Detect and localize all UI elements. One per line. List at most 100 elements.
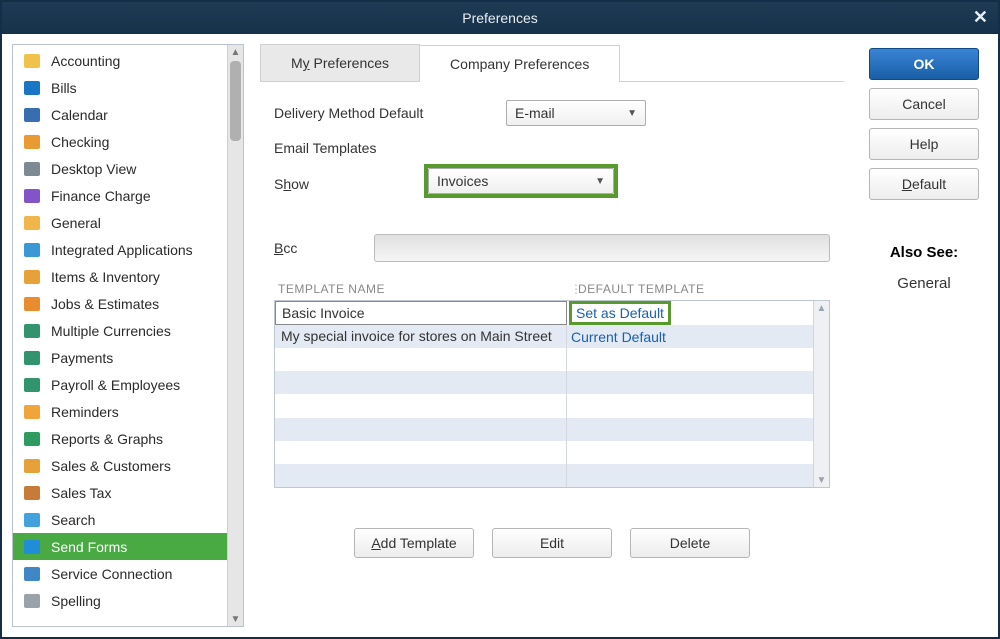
- set-as-default-link[interactable]: Set as Default: [569, 301, 671, 325]
- sidebar-item-jobs-estimates[interactable]: Jobs & Estimates: [13, 290, 227, 317]
- reminders-icon: [21, 402, 43, 422]
- sidebar-item-items-inventory[interactable]: Items & Inventory: [13, 263, 227, 290]
- sidebar-item-integrated-applications[interactable]: Integrated Applications: [13, 236, 227, 263]
- delivery-method-value: E-mail: [515, 105, 555, 121]
- table-header-name: TEMPLATE NAME: [278, 282, 570, 296]
- desktop-view-icon: [21, 159, 43, 179]
- template-default-cell: [567, 418, 813, 441]
- close-icon[interactable]: ✕: [973, 7, 988, 28]
- scroll-up-icon[interactable]: ▲: [814, 301, 829, 315]
- delivery-method-select[interactable]: E-mail ▼: [506, 100, 646, 126]
- tab-my-preferences[interactable]: My Preferences: [260, 44, 420, 81]
- table-row[interactable]: [275, 394, 813, 417]
- payroll-employees-icon: [21, 375, 43, 395]
- window-title: Preferences: [462, 10, 537, 26]
- tab-company-preferences[interactable]: Company Preferences: [419, 45, 620, 82]
- help-button[interactable]: Help: [869, 128, 979, 160]
- general-icon: [21, 213, 43, 233]
- sales-customers-icon: [21, 456, 43, 476]
- bcc-input[interactable]: [374, 234, 830, 262]
- scroll-down-icon[interactable]: ▼: [814, 473, 829, 487]
- title-bar: Preferences ✕: [2, 2, 998, 34]
- table-row[interactable]: [275, 418, 813, 441]
- reports-graphs-icon: [21, 429, 43, 449]
- sidebar-item-label: Sales Tax: [51, 485, 111, 501]
- add-template-button[interactable]: Add Template: [354, 528, 474, 558]
- table-row[interactable]: [275, 464, 813, 487]
- template-default-cell: [567, 394, 813, 417]
- sales-tax-icon: [21, 483, 43, 503]
- sidebar-item-payroll-employees[interactable]: Payroll & Employees: [13, 371, 227, 398]
- sidebar-item-finance-charge[interactable]: Finance Charge: [13, 182, 227, 209]
- also-see-link[interactable]: General: [890, 275, 958, 292]
- show-label: Show: [274, 170, 424, 192]
- sidebar-item-search[interactable]: Search: [13, 506, 227, 533]
- scroll-down-icon[interactable]: ▼: [228, 612, 243, 626]
- bcc-label: Bcc: [274, 240, 324, 256]
- email-templates-label: Email Templates: [274, 140, 376, 156]
- template-default-cell: [567, 348, 813, 371]
- sidebar-item-label: Desktop View: [51, 161, 136, 177]
- template-default-cell: [567, 371, 813, 394]
- finance-charge-icon: [21, 186, 43, 206]
- scroll-thumb[interactable]: [230, 61, 241, 141]
- jobs-estimates-icon: [21, 294, 43, 314]
- calendar-icon: [21, 105, 43, 125]
- sidebar-item-calendar[interactable]: Calendar: [13, 101, 227, 128]
- sidebar-item-reports-graphs[interactable]: Reports & Graphs: [13, 425, 227, 452]
- table-row[interactable]: Basic InvoiceSet as Default: [275, 301, 813, 325]
- edit-button[interactable]: Edit: [492, 528, 612, 558]
- sidebar-item-send-forms[interactable]: Send Forms: [13, 533, 227, 560]
- delete-button[interactable]: Delete: [630, 528, 750, 558]
- ok-button[interactable]: OK: [869, 48, 979, 80]
- sidebar-scrollbar[interactable]: ▲ ▼: [227, 45, 243, 626]
- preferences-window: Preferences ✕ Accounting Bills Calendar Che…: [0, 0, 1000, 639]
- default-button[interactable]: Default: [869, 168, 979, 200]
- checking-icon: [21, 132, 43, 152]
- sidebar-item-bills[interactable]: Bills: [13, 74, 227, 101]
- sidebar-item-sales-customers[interactable]: Sales & Customers: [13, 452, 227, 479]
- sidebar-item-general[interactable]: General: [13, 209, 227, 236]
- table-row[interactable]: My special invoice for stores on Main St…: [275, 325, 813, 348]
- sidebar-item-desktop-view[interactable]: Desktop View: [13, 155, 227, 182]
- table-row[interactable]: [275, 348, 813, 371]
- show-highlight: Invoices ▼: [424, 164, 618, 198]
- scroll-up-icon[interactable]: ▲: [228, 45, 243, 59]
- sidebar-item-accounting[interactable]: Accounting: [13, 47, 227, 74]
- sidebar-item-spelling[interactable]: Spelling: [13, 587, 227, 614]
- bills-icon: [21, 78, 43, 98]
- sidebar-item-label: Search: [51, 512, 95, 528]
- templates-table: Basic InvoiceSet as DefaultMy special in…: [274, 300, 830, 488]
- sidebar-item-label: Payroll & Employees: [51, 377, 180, 393]
- cancel-button[interactable]: Cancel: [869, 88, 979, 120]
- template-name-cell: [275, 464, 567, 487]
- sidebar-item-reminders[interactable]: Reminders: [13, 398, 227, 425]
- sidebar-item-label: Bills: [51, 80, 77, 96]
- template-default-cell: Current Default: [567, 325, 813, 348]
- also-see-header: Also See:: [890, 244, 958, 261]
- service-connection-icon: [21, 564, 43, 584]
- sidebar-item-service-connection[interactable]: Service Connection: [13, 560, 227, 587]
- table-row[interactable]: [275, 441, 813, 464]
- table-scrollbar[interactable]: ▲ ▼: [813, 301, 829, 487]
- table-row[interactable]: [275, 371, 813, 394]
- sidebar-item-payments[interactable]: Payments: [13, 344, 227, 371]
- template-default-cell: [567, 441, 813, 464]
- show-select[interactable]: Invoices ▼: [428, 168, 614, 194]
- sidebar-item-checking[interactable]: Checking: [13, 128, 227, 155]
- sidebar-item-label: Multiple Currencies: [51, 323, 171, 339]
- sidebar-item-label: Service Connection: [51, 566, 172, 582]
- default-status: Current Default: [571, 329, 666, 345]
- sidebar-item-sales-tax[interactable]: Sales Tax: [13, 479, 227, 506]
- sidebar-item-label: Reports & Graphs: [51, 431, 163, 447]
- chevron-down-icon: ▼: [595, 176, 605, 187]
- sidebar-item-label: Calendar: [51, 107, 108, 123]
- preferences-sidebar: Accounting Bills Calendar Checking Desktop V…: [12, 44, 244, 627]
- chevron-down-icon: ▼: [627, 108, 637, 119]
- integrated-applications-icon: [21, 240, 43, 260]
- payments-icon: [21, 348, 43, 368]
- sidebar-item-label: Payments: [51, 350, 113, 366]
- delivery-method-label: Delivery Method Default: [274, 105, 506, 121]
- sidebar-item-multiple-currencies[interactable]: Multiple Currencies: [13, 317, 227, 344]
- items-inventory-icon: [21, 267, 43, 287]
